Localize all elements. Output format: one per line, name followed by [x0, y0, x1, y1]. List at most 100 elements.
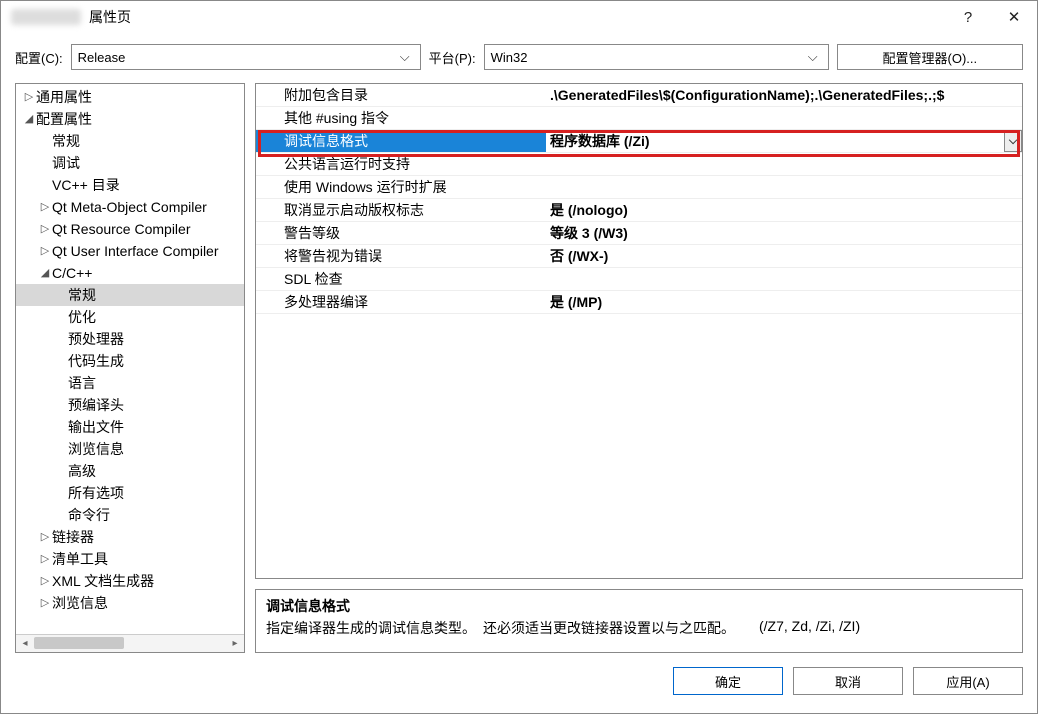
dialog-footer: 确定 取消 应用(A): [1, 653, 1037, 695]
property-value[interactable]: 是 (/MP): [546, 291, 1022, 313]
property-name: 取消显示启动版权标志: [256, 199, 546, 221]
property-grid[interactable]: 附加包含目录.\GeneratedFiles\$(ConfigurationNa…: [255, 83, 1023, 579]
tree-item[interactable]: 输出文件: [16, 416, 244, 438]
tree-item[interactable]: ◢配置属性: [16, 108, 244, 130]
tree-item[interactable]: VC++ 目录: [16, 174, 244, 196]
apply-button[interactable]: 应用(A): [913, 667, 1023, 695]
tree-item[interactable]: ▷Qt Meta-Object Compiler: [16, 196, 244, 218]
property-row[interactable]: 警告等级等级 3 (/W3): [256, 222, 1022, 245]
tree-twisty-icon[interactable]: ▷: [38, 548, 52, 570]
property-value[interactable]: 否 (/WX-): [546, 245, 1022, 267]
tree-item[interactable]: 常规: [16, 130, 244, 152]
property-name: SDL 检查: [256, 268, 546, 290]
platform-label: 平台(P):: [429, 48, 476, 67]
tree-item[interactable]: ▷Qt Resource Compiler: [16, 218, 244, 240]
tree-item-label: 优化: [68, 306, 96, 328]
property-value[interactable]: .\GeneratedFiles\$(ConfigurationName);.\…: [546, 84, 1022, 106]
property-row[interactable]: 公共语言运行时支持: [256, 153, 1022, 176]
config-select[interactable]: Release ⌵: [71, 44, 421, 70]
property-value[interactable]: [546, 107, 1022, 129]
scroll-thumb[interactable]: [34, 637, 124, 649]
property-value[interactable]: 程序数据库 (/Zi)⌵: [546, 130, 1022, 152]
property-value[interactable]: 等级 3 (/W3): [546, 222, 1022, 244]
tree-item-label: 预处理器: [68, 328, 124, 350]
tree-item-label: Qt Resource Compiler: [52, 218, 191, 240]
tree-item[interactable]: 预处理器: [16, 328, 244, 350]
property-name: 使用 Windows 运行时扩展: [256, 176, 546, 198]
property-value[interactable]: [546, 176, 1022, 198]
tree-twisty-icon[interactable]: ▷: [38, 592, 52, 614]
chevron-down-icon: ⌵: [804, 49, 822, 65]
tree-item-label: 清单工具: [52, 548, 108, 570]
content-panel: 附加包含目录.\GeneratedFiles\$(ConfigurationNa…: [255, 83, 1023, 653]
tree-item[interactable]: ▷清单工具: [16, 548, 244, 570]
tree-item[interactable]: ▷链接器: [16, 526, 244, 548]
scroll-left-icon[interactable]: ◂: [16, 635, 34, 652]
property-row[interactable]: 取消显示启动版权标志是 (/nologo): [256, 199, 1022, 222]
property-row[interactable]: 使用 Windows 运行时扩展: [256, 176, 1022, 199]
property-row[interactable]: 调试信息格式程序数据库 (/Zi)⌵: [256, 130, 1022, 153]
tree-item[interactable]: ▷浏览信息: [16, 592, 244, 614]
tree-item-label: 链接器: [52, 526, 94, 548]
cancel-button[interactable]: 取消: [793, 667, 903, 695]
tree-item[interactable]: 语言: [16, 372, 244, 394]
tree-item-label: VC++ 目录: [52, 174, 120, 196]
property-row[interactable]: 其他 #using 指令: [256, 107, 1022, 130]
property-row[interactable]: 多处理器编译是 (/MP): [256, 291, 1022, 314]
tree-item[interactable]: ▷通用属性: [16, 86, 244, 108]
scroll-right-icon[interactable]: ▸: [226, 635, 244, 652]
tree-item-label: 所有选项: [68, 482, 124, 504]
tree-item[interactable]: 命令行: [16, 504, 244, 526]
help-button[interactable]: ?: [945, 1, 991, 33]
property-value[interactable]: [546, 268, 1022, 290]
tree-item-label: XML 文档生成器: [52, 570, 154, 592]
tree-item-label: 预编译头: [68, 394, 124, 416]
tree-twisty-icon[interactable]: ▷: [38, 218, 52, 240]
property-row[interactable]: 将警告视为错误否 (/WX-): [256, 245, 1022, 268]
property-row[interactable]: SDL 检查: [256, 268, 1022, 291]
property-value[interactable]: 是 (/nologo): [546, 199, 1022, 221]
tree-item-label: 代码生成: [68, 350, 124, 372]
property-row[interactable]: 附加包含目录.\GeneratedFiles\$(ConfigurationNa…: [256, 84, 1022, 107]
config-manager-button[interactable]: 配置管理器(O)...: [837, 44, 1023, 70]
tree-item[interactable]: 代码生成: [16, 350, 244, 372]
property-name: 附加包含目录: [256, 84, 546, 106]
scroll-track[interactable]: [34, 635, 226, 652]
tree-item-label: 浏览信息: [52, 592, 108, 614]
tree-twisty-icon[interactable]: ▷: [38, 526, 52, 548]
tree-item[interactable]: 预编译头: [16, 394, 244, 416]
tree-item[interactable]: 所有选项: [16, 482, 244, 504]
tree-item-label: 常规: [68, 284, 96, 306]
tree-item[interactable]: ▷XML 文档生成器: [16, 570, 244, 592]
tree-item-label: 输出文件: [68, 416, 124, 438]
tree-item[interactable]: ◢C/C++: [16, 262, 244, 284]
tree-twisty-icon[interactable]: ◢: [22, 108, 36, 130]
tree-twisty-icon[interactable]: ◢: [38, 262, 52, 284]
tree-item-label: 浏览信息: [68, 438, 124, 460]
tree-item[interactable]: 优化: [16, 306, 244, 328]
description-body: 指定编译器生成的调试信息类型。 还必须适当更改链接器设置以与之匹配。: [266, 618, 735, 638]
property-name: 将警告视为错误: [256, 245, 546, 267]
close-button[interactable]: ✕: [991, 1, 1037, 33]
chevron-down-icon: ⌵: [396, 49, 414, 65]
config-value: Release: [78, 50, 126, 65]
description-flags: (/Z7, Zd, /Zi, /ZI): [759, 618, 860, 638]
tree-twisty-icon[interactable]: ▷: [38, 196, 52, 218]
tree-item[interactable]: 调试: [16, 152, 244, 174]
tree-twisty-icon[interactable]: ▷: [38, 240, 52, 262]
tree-item[interactable]: 高级: [16, 460, 244, 482]
tree-item[interactable]: 常规: [16, 284, 244, 306]
tree-hscrollbar[interactable]: ◂ ▸: [16, 634, 244, 652]
tree-twisty-icon[interactable]: ▷: [22, 86, 36, 108]
property-name: 其他 #using 指令: [256, 107, 546, 129]
tree-item[interactable]: ▷Qt User Interface Compiler: [16, 240, 244, 262]
tree-item-label: C/C++: [52, 262, 92, 284]
property-value[interactable]: [546, 153, 1022, 175]
dropdown-icon[interactable]: ⌵: [1004, 130, 1022, 152]
config-tree[interactable]: ▷通用属性◢配置属性常规调试VC++ 目录▷Qt Meta-Object Com…: [16, 84, 244, 634]
tree-item[interactable]: 浏览信息: [16, 438, 244, 460]
platform-select[interactable]: Win32 ⌵: [484, 44, 829, 70]
ok-button[interactable]: 确定: [673, 667, 783, 695]
main-split: ▷通用属性◢配置属性常规调试VC++ 目录▷Qt Meta-Object Com…: [1, 83, 1037, 653]
tree-twisty-icon[interactable]: ▷: [38, 570, 52, 592]
